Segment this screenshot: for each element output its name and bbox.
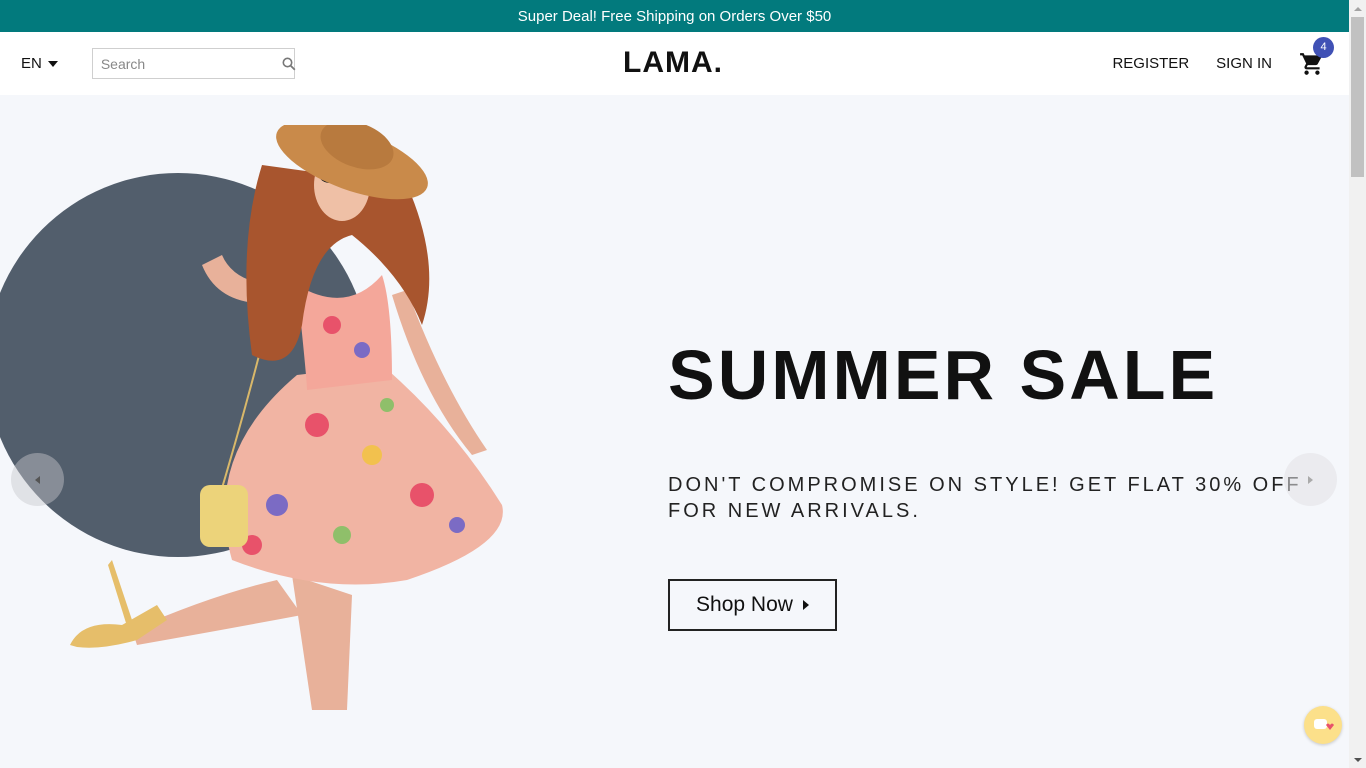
language-label: EN <box>21 55 42 72</box>
hero-slider: SUMMER SALE DON'T COMPROMISE ON STYLE! G… <box>0 95 1349 768</box>
search-box <box>91 48 296 79</box>
chat-widget-icon <box>1314 719 1334 730</box>
slider-next-button[interactable] <box>1284 453 1337 506</box>
arrow-left-icon <box>35 475 40 484</box>
cart-button[interactable]: 4 <box>1299 36 1334 77</box>
search-input[interactable] <box>100 55 282 72</box>
shop-now-label: Shop Now <box>696 593 793 616</box>
navbar: EN LAMA. REGISTER SIGN IN <box>0 32 1349 95</box>
navbar-left: EN <box>0 48 500 79</box>
language-selector[interactable]: EN <box>21 55 58 72</box>
search-icon[interactable] <box>282 56 296 72</box>
hero-model-image <box>70 125 503 710</box>
navbar-right: REGISTER SIGN IN 4 <box>1112 32 1349 95</box>
chat-widget-button[interactable] <box>1304 706 1342 744</box>
caret-right-icon <box>802 600 809 610</box>
scroll-up-button[interactable] <box>1349 0 1366 17</box>
announcement-bar: Super Deal! Free Shipping on Orders Over… <box>0 0 1349 32</box>
register-link[interactable]: REGISTER <box>1112 55 1189 72</box>
announcement-text: Super Deal! Free Shipping on Orders Over… <box>517 7 832 25</box>
logo[interactable]: LAMA. <box>623 46 723 80</box>
hero-description: DON'T COMPROMISE ON STYLE! GET FLAT 30% … <box>668 474 1302 522</box>
page: Super Deal! Free Shipping on Orders Over… <box>0 0 1349 768</box>
cart-count-badge: 4 <box>1313 36 1334 58</box>
shop-now-button[interactable]: Shop Now <box>668 579 837 631</box>
page-scrollbar[interactable] <box>1349 0 1366 768</box>
scroll-thumb[interactable] <box>1351 17 1364 177</box>
hero-title: SUMMER SALE <box>668 336 1219 414</box>
caret-down-icon <box>47 60 58 67</box>
arrow-right-icon <box>1308 475 1313 484</box>
signin-link[interactable]: SIGN IN <box>1216 55 1272 72</box>
slider-prev-button[interactable] <box>11 453 64 506</box>
scroll-down-button[interactable] <box>1349 751 1366 768</box>
